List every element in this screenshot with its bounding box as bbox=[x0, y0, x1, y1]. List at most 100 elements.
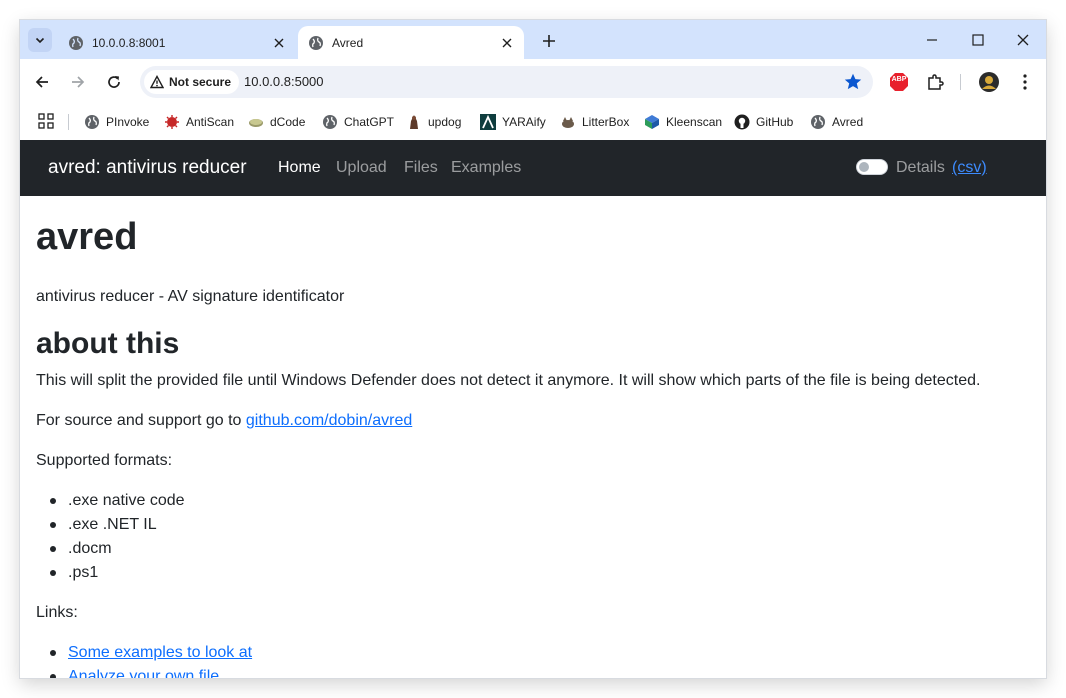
bookmark-dcode[interactable]: dCode bbox=[248, 114, 305, 130]
list-item: .ps1 bbox=[50, 561, 185, 585]
analyze-link[interactable]: Analyze your own file bbox=[68, 668, 219, 678]
globe-icon bbox=[323, 115, 337, 129]
minimize-icon bbox=[927, 38, 937, 41]
dcode-icon bbox=[249, 119, 263, 127]
avatar-icon bbox=[979, 72, 999, 92]
web-page: avred: antivirus reducer Home Upload Fil… bbox=[20, 140, 1046, 678]
bookmark-antiscan[interactable]: AntiScan bbox=[164, 114, 234, 130]
close-icon bbox=[1017, 34, 1029, 45]
puzzle-icon bbox=[928, 74, 944, 90]
formats-list: .exe native code .exe .NET IL .docm .ps1 bbox=[36, 489, 185, 585]
yaraify-icon bbox=[480, 114, 496, 130]
github-link[interactable]: github.com/dobin/avred bbox=[246, 412, 412, 429]
bookmark-pinvoke[interactable]: PInvoke bbox=[84, 114, 149, 130]
about-text: This will split the provided file until … bbox=[36, 372, 981, 389]
close-tab-icon[interactable] bbox=[270, 34, 288, 52]
tab-active[interactable]: Avred bbox=[298, 26, 524, 59]
details-toggle[interactable] bbox=[856, 159, 888, 175]
page-title: avred bbox=[36, 216, 138, 258]
security-chip[interactable]: Not secure bbox=[144, 70, 240, 94]
list-item: Analyze your own file bbox=[49, 665, 252, 678]
profile-avatar[interactable] bbox=[977, 70, 1001, 94]
bookmark-label: dCode bbox=[270, 115, 306, 129]
globe-icon bbox=[85, 115, 99, 129]
reload-icon bbox=[108, 76, 120, 88]
nav-link-files[interactable]: Files bbox=[404, 159, 438, 177]
new-tab-button[interactable] bbox=[538, 30, 560, 52]
apps-button[interactable] bbox=[38, 113, 54, 129]
globe-icon bbox=[811, 115, 825, 129]
address-bar[interactable]: Not secure 10.0.0.8:5000 bbox=[140, 66, 873, 98]
tab-search-button[interactable] bbox=[28, 28, 52, 52]
details-label: Details bbox=[896, 159, 945, 176]
reload-button[interactable] bbox=[102, 70, 126, 94]
globe-icon bbox=[69, 35, 83, 50]
tab-inactive[interactable]: 10.0.0.8:8001 bbox=[58, 26, 296, 59]
bookmark-yaraify[interactable]: YARAify bbox=[480, 114, 546, 130]
plus-icon bbox=[543, 35, 555, 47]
maximize-button[interactable] bbox=[955, 20, 1001, 59]
kebab-menu-icon bbox=[1023, 74, 1027, 90]
links-label: Links: bbox=[36, 604, 78, 621]
antiscan-icon bbox=[165, 115, 179, 129]
page-subtitle: antivirus reducer - AV signature identif… bbox=[36, 288, 345, 305]
arrow-left-icon bbox=[35, 76, 48, 88]
links-list: Some examples to look at Analyze your ow… bbox=[36, 641, 252, 678]
tab-strip: 10.0.0.8:8001 Avred bbox=[20, 20, 1046, 59]
maximize-icon bbox=[972, 33, 984, 46]
forward-button[interactable] bbox=[66, 70, 90, 94]
bookmark-avred[interactable]: Avred bbox=[810, 114, 863, 130]
site-brand[interactable]: avred: antivirus reducer bbox=[48, 157, 247, 179]
nav-link-upload[interactable]: Upload bbox=[336, 159, 387, 177]
adblock-extension-button[interactable]: ABP bbox=[887, 70, 911, 94]
about-heading: about this bbox=[36, 327, 180, 360]
list-item: .exe native code bbox=[50, 489, 185, 513]
bookmark-label: PInvoke bbox=[106, 115, 150, 129]
examples-link[interactable]: Some examples to look at bbox=[68, 644, 252, 661]
adblock-badge: ABP bbox=[891, 76, 907, 83]
litterbox-icon bbox=[562, 117, 574, 128]
arrow-right-icon bbox=[72, 76, 85, 88]
csv-link[interactable]: (csv) bbox=[952, 159, 987, 177]
bookmarks-divider bbox=[68, 114, 69, 130]
bookmark-label: Avred bbox=[832, 115, 864, 129]
bookmark-chatgpt[interactable]: ChatGPT bbox=[322, 114, 394, 130]
site-navbar: avred: antivirus reducer Home Upload Fil… bbox=[20, 140, 1046, 196]
extensions-button[interactable] bbox=[923, 70, 947, 94]
bookmark-github[interactable]: GitHub bbox=[734, 114, 793, 130]
security-label: Not secure bbox=[169, 75, 232, 89]
close-window-button[interactable] bbox=[1000, 20, 1046, 59]
bookmark-label: YARAify bbox=[502, 115, 546, 129]
close-tab-icon[interactable] bbox=[498, 34, 516, 52]
kleenscan-icon bbox=[645, 115, 659, 129]
menu-button[interactable] bbox=[1013, 70, 1037, 94]
formats-label: Supported formats: bbox=[36, 452, 173, 469]
apps-grid-icon bbox=[38, 113, 54, 129]
nav-link-home[interactable]: Home bbox=[278, 159, 321, 177]
source-prefix: For source and support go to bbox=[36, 412, 246, 429]
bookmark-label: GitHub bbox=[756, 115, 794, 129]
source-paragraph: For source and support go to github.com/… bbox=[36, 412, 412, 430]
browser-window: 10.0.0.8:8001 Avred Not secure 10.0.0.8:… bbox=[20, 20, 1046, 678]
bookmark-star-icon[interactable] bbox=[843, 72, 863, 92]
github-icon bbox=[734, 114, 750, 130]
globe-icon bbox=[309, 35, 323, 50]
bookmark-litterbox[interactable]: LitterBox bbox=[560, 114, 629, 130]
tab-title: Avred bbox=[332, 35, 364, 50]
minimize-button[interactable] bbox=[909, 20, 955, 59]
bookmark-kleenscan[interactable]: Kleenscan bbox=[644, 114, 722, 130]
bookmark-label: AntiScan bbox=[186, 115, 235, 129]
tab-title: 10.0.0.8:8001 bbox=[92, 35, 166, 50]
back-button[interactable] bbox=[30, 70, 54, 94]
toolbar-divider bbox=[960, 74, 961, 90]
browser-toolbar: Not secure 10.0.0.8:5000 ABP bbox=[20, 59, 1046, 105]
nav-link-examples[interactable]: Examples bbox=[451, 159, 521, 177]
bookmarks-bar: PInvoke AntiScan dCode ChatGPT updog YAR… bbox=[20, 105, 1046, 141]
bookmark-label: updog bbox=[428, 115, 462, 129]
bookmark-updog[interactable]: updog bbox=[406, 114, 461, 130]
list-item: .exe .NET IL bbox=[50, 513, 185, 537]
bookmark-label: Kleenscan bbox=[666, 115, 723, 129]
list-item: .docm bbox=[50, 537, 185, 561]
url-text[interactable]: 10.0.0.8:5000 bbox=[244, 74, 324, 89]
bookmark-label: LitterBox bbox=[582, 115, 630, 129]
